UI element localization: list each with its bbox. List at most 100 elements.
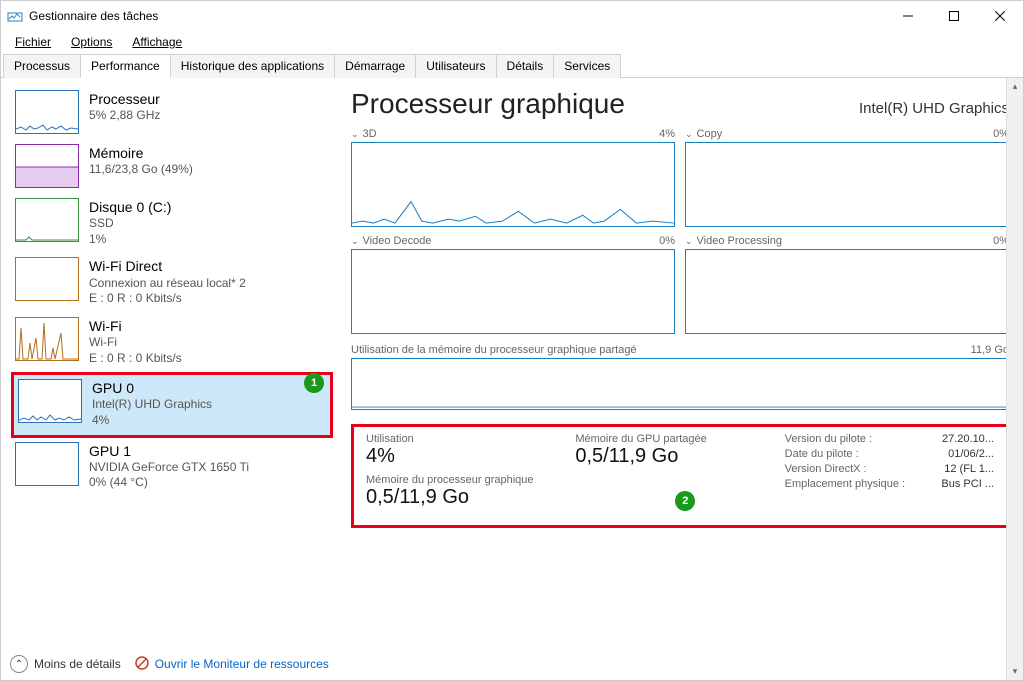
window: Gestionnaire des tâches Fichier Options … [0, 0, 1024, 681]
footer: ⌃ Moins de détails Ouvrir le Moniteur de… [10, 655, 329, 673]
shared-short-label: Mémoire du GPU partagée [575, 433, 784, 445]
engine-vdecode-pct: 0% [659, 235, 675, 247]
sidebar-item-gpu0[interactable]: GPU 0 Intel(R) UHD Graphics 4% 1 [11, 372, 333, 437]
gpu0-sub: Intel(R) UHD Graphics [92, 397, 212, 413]
gpu0-name: GPU 0 [92, 379, 212, 397]
less-details-label: Moins de détails [34, 657, 121, 671]
wifi-sub2: E : 0 R : 0 Kbits/s [89, 351, 182, 367]
disk-sub2: 1% [89, 232, 171, 248]
page-title: Processeur graphique [351, 88, 625, 120]
sidebar-item-disk[interactable]: Disque 0 (C:) SSD 1% [11, 194, 333, 253]
cpu-thumbnail [15, 90, 79, 134]
gpu1-thumbnail [15, 442, 79, 486]
disk-thumbnail [15, 198, 79, 242]
scrollbar-down[interactable]: ▾ [1007, 663, 1023, 680]
engine-3d-pct: 4% [659, 128, 675, 140]
tab-app-history[interactable]: Historique des applications [170, 54, 335, 78]
driver-date-label: Date du pilote : [785, 448, 917, 460]
chevron-down-icon: ⌄ [685, 236, 693, 247]
wifi-sub: Wi-Fi [89, 335, 182, 351]
menu-file[interactable]: Fichier [7, 33, 59, 51]
tab-processes[interactable]: Processus [3, 54, 81, 78]
cpu-name: Processeur [89, 90, 160, 108]
engine-vdecode-chart [351, 249, 675, 334]
scrollbar[interactable]: ▴ ▾ [1006, 78, 1023, 680]
wifi-name: Wi-Fi [89, 317, 182, 335]
engine-vprocessing[interactable]: ⌄Video Processing0% [685, 235, 1009, 334]
tab-services[interactable]: Services [553, 54, 621, 78]
memory-thumbnail [15, 144, 79, 188]
engine-vprocessing-label: Video Processing [697, 235, 782, 247]
chevron-up-icon: ⌃ [10, 655, 28, 673]
gpu-mem-value: 0,5/11,9 Go [366, 486, 575, 509]
driver-ver-value: 27.20.10... [930, 433, 994, 445]
shared-memory-label: Utilisation de la mémoire du processeur … [351, 344, 637, 356]
maximize-button[interactable] [931, 1, 977, 31]
sidebar-item-cpu[interactable]: Processeur 5% 2,88 GHz [11, 86, 333, 140]
annotation-badge-2: 2 [675, 491, 695, 511]
gpu-model: Intel(R) UHD Graphics [859, 100, 1009, 117]
scrollbar-up[interactable]: ▴ [1007, 78, 1023, 95]
phys-value: Bus PCI ... [930, 478, 994, 490]
stats-box: Utilisation 4% Mémoire du processeur gra… [351, 424, 1009, 528]
menu-options[interactable]: Options [63, 33, 120, 51]
disk-sub: SSD [89, 216, 171, 232]
shared-memory-section: Utilisation de la mémoire du processeur … [351, 344, 1009, 410]
driver-date-value: 01/06/2... [930, 448, 994, 460]
gpu-mem-label: Mémoire du processeur graphique [366, 474, 575, 486]
window-controls [885, 1, 1023, 31]
tab-performance[interactable]: Performance [80, 54, 171, 78]
tabs: Processus Performance Historique des app… [1, 53, 1023, 78]
util-value: 4% [366, 445, 575, 468]
main-panel: Processeur graphique Intel(R) UHD Graphi… [333, 78, 1023, 680]
gpu0-thumbnail [18, 379, 82, 423]
titlebar: Gestionnaire des tâches [1, 1, 1023, 31]
shared-memory-chart [351, 358, 1009, 410]
sidebar-item-wifi-direct[interactable]: Wi-Fi Direct Connexion au réseau local* … [11, 253, 333, 312]
content: Processeur 5% 2,88 GHz Mémoire 11,6/23,8… [1, 78, 1023, 680]
engine-vdecode[interactable]: ⌄ Video Decode 0% [351, 235, 675, 334]
sidebar-item-wifi[interactable]: Wi-Fi Wi-Fi E : 0 R : 0 Kbits/s [11, 313, 333, 372]
memory-name: Mémoire [89, 144, 193, 162]
wifi-direct-sub2: E : 0 R : 0 Kbits/s [89, 291, 246, 307]
tab-users[interactable]: Utilisateurs [415, 54, 496, 78]
annotation-badge-1: 1 [304, 373, 324, 393]
directx-value: 12 (FL 1... [930, 463, 994, 475]
engine-copy[interactable]: ⌄Copy0% [685, 128, 1009, 227]
sidebar-item-memory[interactable]: Mémoire 11,6/23,8 Go (49%) [11, 140, 333, 194]
window-title: Gestionnaire des tâches [29, 9, 158, 23]
directx-label: Version DirectX : [785, 463, 917, 475]
engine-vprocessing-chart [685, 249, 1009, 334]
engine-3d[interactable]: ⌄ 3D 4% [351, 128, 675, 227]
tab-details[interactable]: Détails [496, 54, 555, 78]
wifi-direct-thumbnail [15, 257, 79, 301]
wifi-thumbnail [15, 317, 79, 361]
gpu1-sub2: 0% (44 °C) [89, 475, 249, 491]
engine-vdecode-label: Video Decode [363, 235, 432, 247]
driver-ver-label: Version du pilote : [785, 433, 917, 445]
phys-label: Emplacement physique : [785, 478, 917, 490]
less-details-button[interactable]: ⌃ Moins de détails [10, 655, 121, 673]
menubar: Fichier Options Affichage [1, 31, 1023, 53]
util-label: Utilisation [366, 433, 575, 445]
shared-short-value: 0,5/11,9 Go [575, 445, 784, 468]
wifi-direct-name: Wi-Fi Direct [89, 257, 246, 275]
engine-copy-label: Copy [697, 128, 723, 140]
memory-sub: 11,6/23,8 Go (49%) [89, 162, 193, 178]
tab-startup[interactable]: Démarrage [334, 54, 416, 78]
sidebar: Processeur 5% 2,88 GHz Mémoire 11,6/23,8… [1, 78, 333, 680]
chevron-down-icon: ⌄ [351, 129, 359, 140]
chevron-down-icon: ⌄ [351, 236, 359, 247]
minimize-button[interactable] [885, 1, 931, 31]
engine-copy-chart [685, 142, 1009, 227]
open-resource-monitor-link[interactable]: Ouvrir le Moniteur de ressources [135, 656, 329, 673]
sidebar-item-gpu1[interactable]: GPU 1 NVIDIA GeForce GTX 1650 Ti 0% (44 … [11, 438, 333, 497]
shared-memory-max: 11,9 Go [971, 344, 1009, 356]
gpu1-sub: NVIDIA GeForce GTX 1650 Ti [89, 460, 249, 476]
disk-name: Disque 0 (C:) [89, 198, 171, 216]
engine-3d-label: 3D [363, 128, 377, 140]
chevron-down-icon: ⌄ [685, 129, 693, 140]
app-icon [7, 8, 23, 24]
menu-view[interactable]: Affichage [124, 33, 190, 51]
close-button[interactable] [977, 1, 1023, 31]
